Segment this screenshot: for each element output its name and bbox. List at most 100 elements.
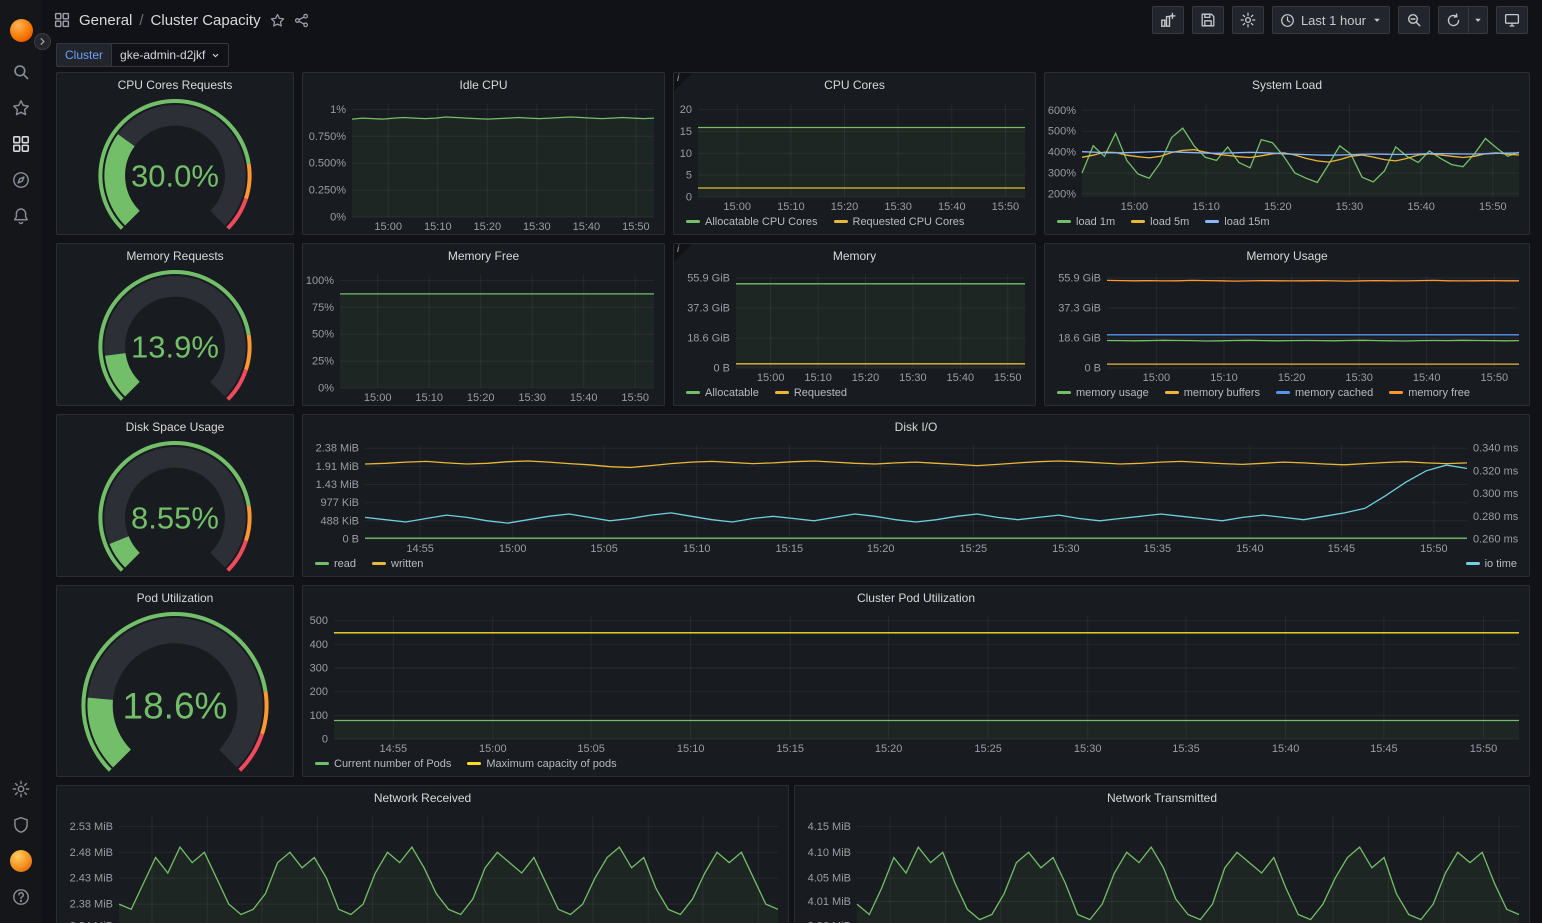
legend-item[interactable]: Maximum capacity of pods — [467, 758, 616, 770]
legend-item[interactable]: io time — [1466, 558, 1517, 570]
legend-item[interactable]: Requested CPU Cores — [834, 216, 965, 228]
dashboard-settings-button[interactable] — [1232, 6, 1264, 34]
legend-item[interactable]: written — [372, 558, 423, 570]
sidebar-expand-button[interactable] — [34, 33, 51, 50]
dashboards-breadcrumb-icon[interactable] — [54, 12, 70, 28]
svg-text:15:50: 15:50 — [992, 201, 1020, 213]
svg-text:15:50: 15:50 — [1479, 201, 1507, 213]
zoom-out-button[interactable] — [1398, 6, 1430, 34]
time-range-picker[interactable]: Last 1 hour — [1272, 6, 1390, 34]
panel-title[interactable]: CPU Cores — [674, 73, 1035, 95]
svg-text:977 KiB: 977 KiB — [320, 497, 359, 509]
svg-text:15:10: 15:10 — [1210, 372, 1238, 384]
svg-text:0.260 ms: 0.260 ms — [1473, 534, 1519, 546]
legend-item[interactable]: Allocatable CPU Cores — [686, 216, 818, 228]
legend-item[interactable]: load 1m — [1057, 216, 1115, 228]
panel-cluster-pod-utilization: Cluster Pod Utilization 5004003002001000… — [302, 585, 1530, 777]
chart-memory[interactable]: 55.9 GiB37.3 GiB18.6 GiB0 B15:0015:1015:… — [674, 266, 1035, 385]
chart-memory-free[interactable]: 100%75%50%25%0%15:0015:1015:2015:3015:40… — [303, 266, 664, 405]
breadcrumb-general[interactable]: General — [79, 12, 132, 29]
panel-title[interactable]: System Load — [1045, 73, 1529, 95]
legend-item[interactable]: memory free — [1389, 387, 1470, 399]
legend-item[interactable]: Allocatable — [686, 387, 759, 399]
svg-text:15:50: 15:50 — [1420, 543, 1448, 555]
sidebar-item-starred[interactable] — [3, 90, 39, 126]
panel-title[interactable]: Memory Requests — [57, 244, 293, 266]
chart-network-received[interactable]: 2.53 MiB2.48 MiB2.43 MiB2.38 MiB2.34 MiB… — [57, 808, 788, 923]
svg-text:488 KiB: 488 KiB — [320, 515, 359, 527]
sidebar-item-configuration[interactable] — [3, 771, 39, 807]
svg-text:15:50: 15:50 — [622, 221, 650, 233]
panel-title[interactable]: Network Transmitted — [795, 786, 1529, 808]
add-panel-button[interactable] — [1152, 6, 1184, 34]
svg-text:0.750%: 0.750% — [309, 131, 347, 143]
navbar-right: Last 1 hour — [1152, 6, 1528, 34]
svg-text:15:35: 15:35 — [1144, 543, 1172, 555]
svg-text:0 B: 0 B — [713, 363, 730, 375]
svg-text:15:25: 15:25 — [974, 743, 1002, 755]
variable-cluster-picker[interactable]: gke-admin-d2jkf — [111, 43, 229, 67]
refresh-button[interactable] — [1438, 6, 1469, 34]
legend-item[interactable]: memory cached — [1276, 387, 1373, 399]
sidebar-item-profile[interactable] — [3, 843, 39, 879]
refresh-interval-caret[interactable] — [1469, 6, 1488, 34]
svg-text:15:20: 15:20 — [1278, 372, 1306, 384]
sidebar-item-dashboards[interactable] — [3, 126, 39, 162]
panel-title[interactable]: Disk Space Usage — [57, 415, 293, 437]
sidebar-item-server-admin[interactable] — [3, 807, 39, 843]
sidebar-item-search[interactable] — [3, 54, 39, 90]
legend-item[interactable]: read — [315, 558, 356, 570]
panel-title[interactable]: Cluster Pod Utilization — [303, 586, 1529, 608]
chevron-right-icon — [38, 37, 47, 46]
sidebar-item-help[interactable] — [3, 879, 39, 915]
sidebar-item-alerting[interactable] — [3, 198, 39, 234]
tv-mode-button[interactable] — [1496, 6, 1528, 34]
svg-text:15:30: 15:30 — [1052, 543, 1080, 555]
svg-text:15:15: 15:15 — [776, 543, 804, 555]
gauge-pod-utilization: 18.6% — [57, 608, 293, 776]
chart-idle-cpu[interactable]: 1%0.750%0.500%0.250%0%15:0015:1015:2015:… — [303, 95, 664, 234]
panel-title[interactable]: Memory — [674, 244, 1035, 266]
chart-cpu-cores[interactable]: 2015105015:0015:1015:2015:3015:4015:50 — [674, 95, 1035, 214]
panel-title[interactable]: Pod Utilization — [57, 586, 293, 608]
panel-title[interactable]: Network Received — [57, 786, 788, 808]
svg-text:15:20: 15:20 — [867, 543, 895, 555]
svg-text:0.500%: 0.500% — [309, 158, 347, 170]
share-dashboard-button[interactable] — [294, 13, 309, 28]
legend-item[interactable]: memory usage — [1057, 387, 1149, 399]
sidebar-item-explore[interactable] — [3, 162, 39, 198]
panel-info-icon[interactable]: i — [674, 73, 692, 91]
legend-item[interactable]: Current number of Pods — [315, 758, 451, 770]
panel-title[interactable]: CPU Cores Requests — [57, 73, 293, 95]
svg-text:300%: 300% — [1048, 168, 1076, 180]
panel-title[interactable]: Idle CPU — [303, 73, 664, 95]
chart-memory-usage[interactable]: 55.9 GiB37.3 GiB18.6 GiB0 B15:0015:1015:… — [1045, 266, 1529, 385]
svg-text:0.320 ms: 0.320 ms — [1473, 465, 1519, 477]
svg-text:15:10: 15:10 — [777, 201, 805, 213]
page-title[interactable]: Cluster Capacity — [151, 12, 261, 29]
svg-text:15:30: 15:30 — [1345, 372, 1373, 384]
legend-item[interactable]: load 15m — [1205, 216, 1269, 228]
panel-info-icon[interactable]: i — [674, 244, 692, 262]
legend-item[interactable]: memory buffers — [1165, 387, 1260, 399]
chart-system-load[interactable]: 600%500%400%300%200%15:0015:1015:2015:30… — [1045, 95, 1529, 214]
save-dashboard-button[interactable] — [1192, 6, 1224, 34]
sidebar — [0, 0, 42, 923]
svg-text:15:10: 15:10 — [424, 221, 452, 233]
svg-text:15:00: 15:00 — [479, 743, 507, 755]
svg-text:15:00: 15:00 — [499, 543, 527, 555]
star-dashboard-button[interactable] — [270, 13, 285, 28]
chart-cluster-pod-utilization[interactable]: 500400300200100014:5515:0015:0515:1015:1… — [303, 608, 1529, 756]
svg-text:13.9%: 13.9% — [131, 330, 219, 365]
legend-item[interactable]: Requested — [775, 387, 847, 399]
svg-text:4.10 MiB: 4.10 MiB — [808, 847, 851, 859]
gauge-memory-requests: 13.9% — [57, 266, 293, 405]
panel-title[interactable]: Memory Usage — [1045, 244, 1529, 266]
chart-disk-io[interactable]: 2.38 MiB1.91 MiB1.43 MiB977 KiB488 KiB0 … — [303, 437, 1529, 556]
panel-title[interactable]: Disk I/O — [303, 415, 1529, 437]
panel-title[interactable]: Memory Free — [303, 244, 664, 266]
chart-network-transmitted[interactable]: 4.15 MiB4.10 MiB4.05 MiB4.01 MiB3.96 MiB… — [795, 808, 1529, 923]
legend-item[interactable]: load 5m — [1131, 216, 1189, 228]
svg-text:15:20: 15:20 — [852, 372, 880, 384]
chart-legend: Current number of Pods Maximum capacity o… — [303, 756, 1529, 776]
